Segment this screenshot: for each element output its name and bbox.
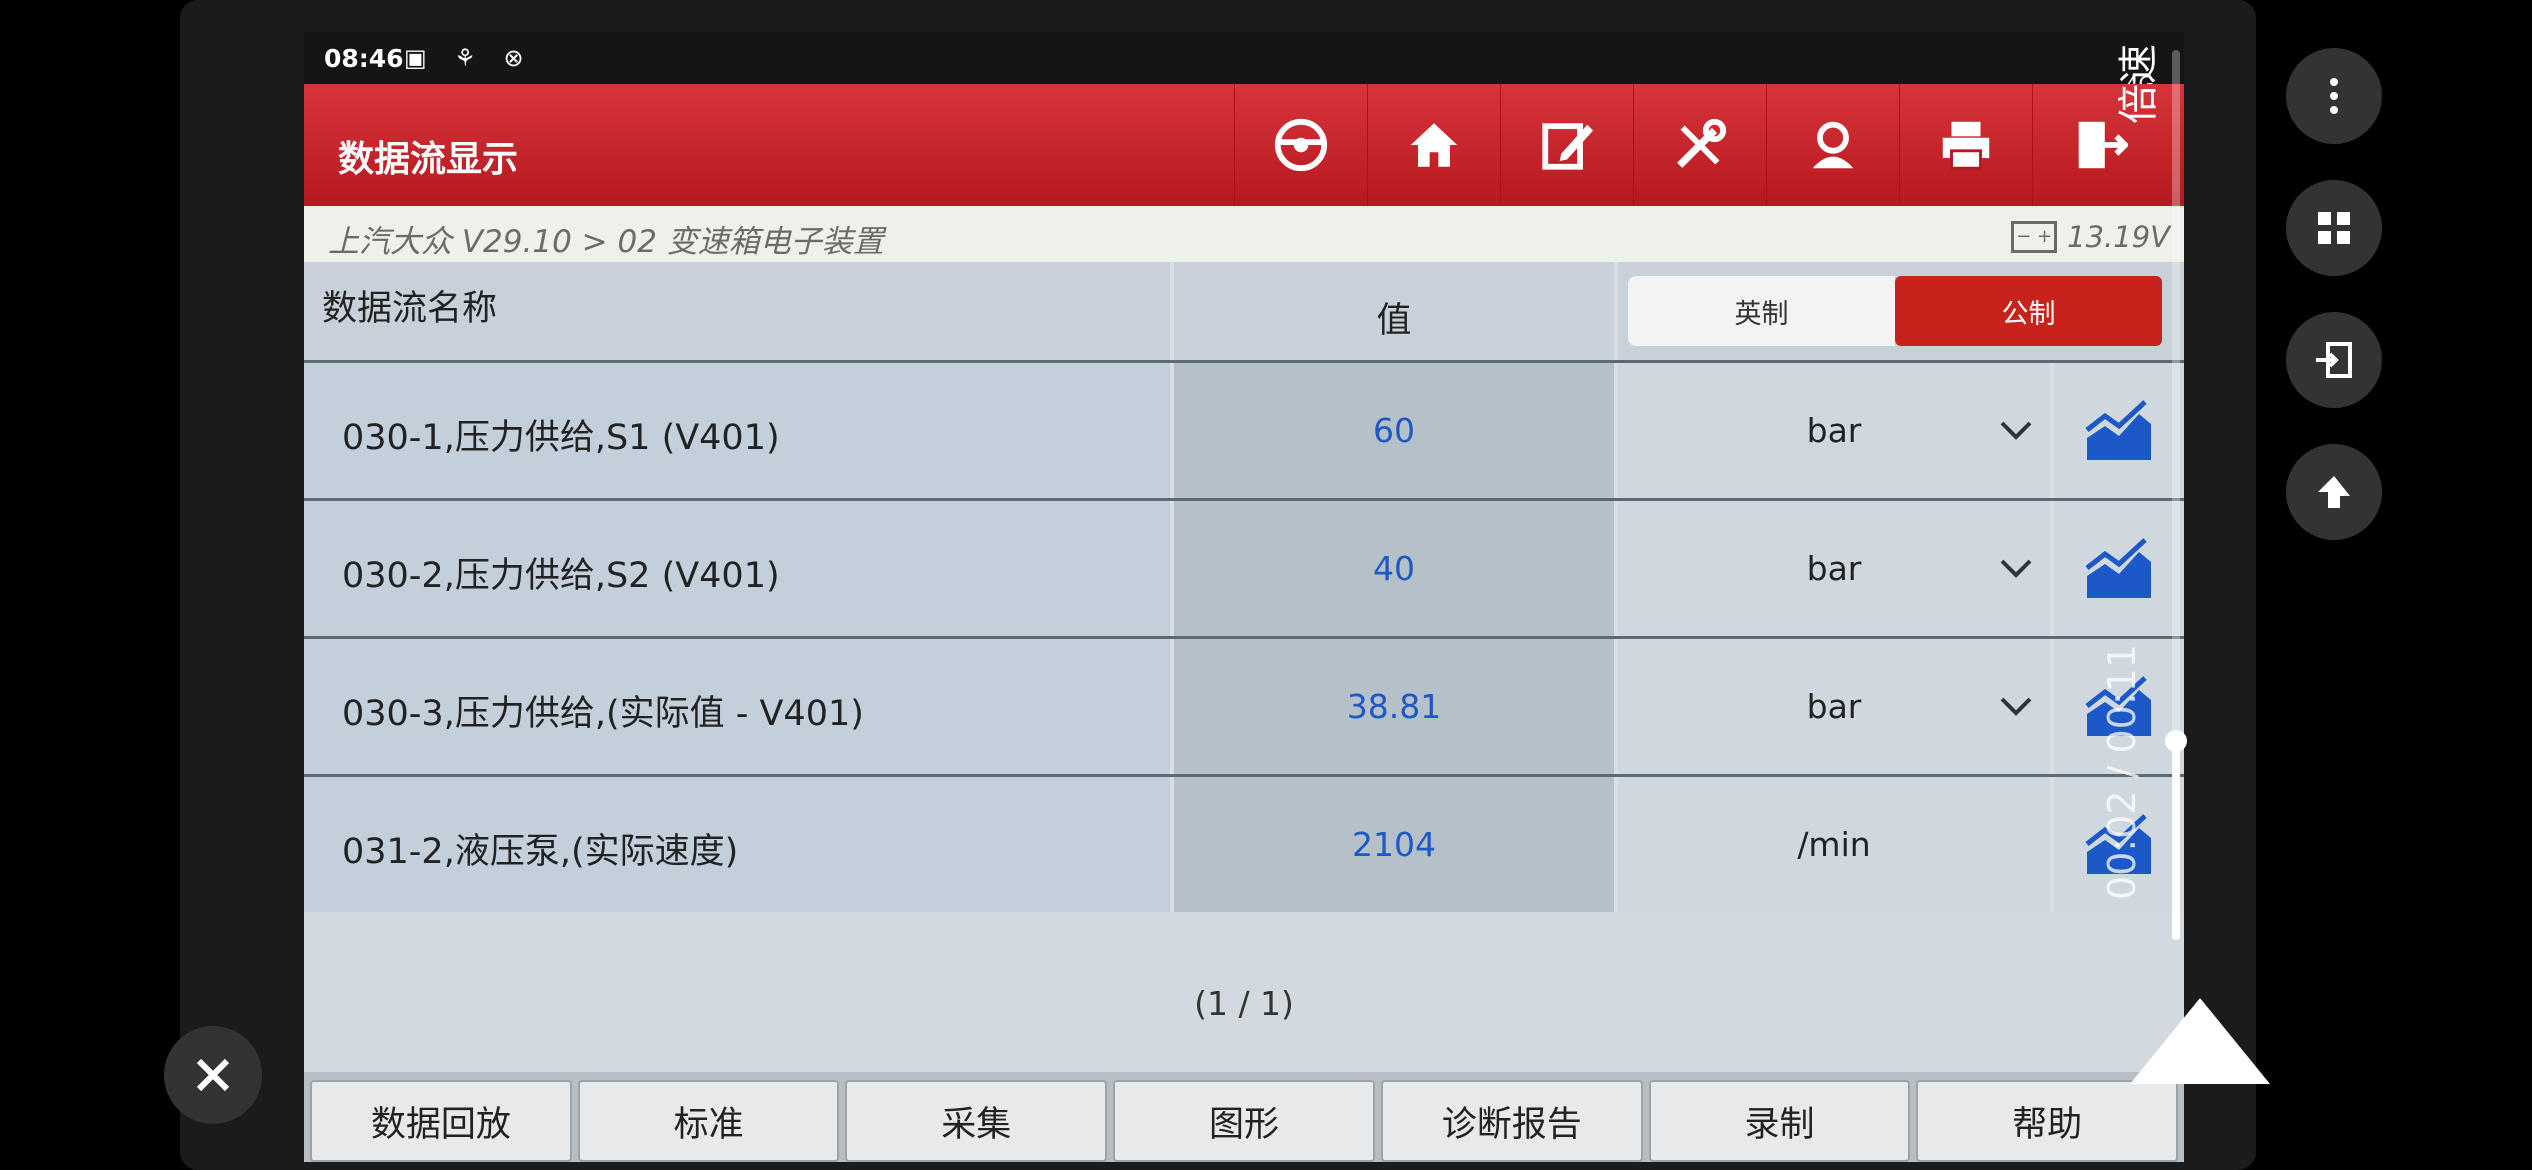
close-button[interactable] (164, 1026, 262, 1124)
row-unit: bar (1806, 549, 1862, 588)
unit-dropdown[interactable]: bar (1618, 363, 2050, 499)
scrubber-progress (2172, 740, 2180, 940)
chevron-down-icon (2000, 559, 2032, 578)
row-value: 38.81 (1346, 687, 1442, 726)
column-header-unit: 英制 公制 (1618, 262, 2184, 360)
page-indicator: (1 / 1) (1194, 984, 1294, 1023)
column-header-value: 值 (1174, 262, 1614, 360)
column-header-name-label: 数据流名称 (322, 289, 498, 329)
table-row[interactable]: 030-1,压力供给,S1 (V401) 60 bar (304, 360, 2184, 499)
graph-icon[interactable] (2054, 501, 2184, 637)
unit-cell: /min (1618, 777, 2050, 913)
breadcrumb: 上汽大众 V29.10 > 02 变速箱电子装置 − + 13.19V (304, 206, 2184, 262)
data-playback-button[interactable]: 数据回放 (310, 1080, 572, 1162)
table-row[interactable]: 031-2,液压泵,(实际速度) 2104 /min (304, 774, 2184, 916)
row-name: 031-2,液压泵,(实际速度) (342, 832, 739, 872)
column-header-name: 数据流名称 (304, 262, 1170, 360)
import-button[interactable] (2286, 312, 2382, 408)
unit-dropdown[interactable]: bar (1618, 639, 2050, 775)
top-toolbar (1234, 84, 2165, 206)
battery-voltage: − + 13.19V (2011, 220, 2170, 254)
steering-wheel-icon[interactable] (1234, 84, 1367, 206)
unit-option-metric[interactable]: 公制 (1895, 276, 2162, 346)
battery-icon: − + (2011, 221, 2058, 253)
unit-option-imperial[interactable]: 英制 (1628, 276, 1895, 346)
row-unit: bar (1806, 411, 1862, 450)
tools-icon[interactable] (1633, 84, 1766, 206)
row-value: 2104 (1352, 825, 1436, 864)
graph-icon[interactable] (2054, 363, 2184, 499)
scrubber-handle[interactable] (2165, 730, 2187, 752)
back-arrow-icon (2318, 476, 2350, 508)
back-button[interactable] (2286, 444, 2382, 540)
bottom-action-bar: 数据回放 标准 采集 图形 诊断报告 录制 帮助 (304, 1072, 2184, 1162)
record-button[interactable]: 录制 (1648, 1080, 1911, 1162)
row-unit: /min (1797, 825, 1871, 864)
notification-icons: ▣ ⚘ ⊗ (404, 44, 534, 72)
breadcrumb-path: 上汽大众 V29.10 > 02 变速箱电子装置 (328, 224, 884, 260)
collect-button[interactable]: 采集 (845, 1080, 1108, 1162)
graph-button[interactable]: 图形 (1113, 1080, 1375, 1162)
more-options-button[interactable] (2286, 48, 2382, 144)
row-name: 030-1,压力供给,S1 (V401) (342, 418, 780, 458)
standard-button[interactable]: 标准 (577, 1080, 840, 1162)
grid-button[interactable] (2286, 180, 2382, 276)
table-row[interactable]: 030-2,压力供给,S2 (V401) 40 bar (304, 498, 2184, 637)
chevron-down-icon (2000, 421, 2032, 440)
collapse-triangle-button[interactable] (2130, 998, 2270, 1084)
user-support-icon[interactable] (1766, 84, 1899, 206)
help-button[interactable]: 帮助 (1916, 1080, 2179, 1162)
import-icon (2316, 342, 2352, 378)
print-icon[interactable] (1899, 84, 2032, 206)
row-name: 030-2,压力供给,S2 (V401) (342, 556, 780, 596)
row-value: 60 (1373, 411, 1415, 450)
grid-icon (2318, 212, 2350, 244)
tablet-screen: 08:46 ▣ ⚘ ⊗ 4G 数据流显示 上汽大众 V29.10 > 02 变速… (304, 32, 2184, 1162)
chevron-down-icon (2000, 697, 2032, 716)
diagnostic-report-button[interactable]: 诊断报告 (1380, 1080, 1643, 1162)
status-bar: 08:46 ▣ ⚘ ⊗ 4G (304, 32, 2184, 96)
close-icon (196, 1058, 230, 1092)
page-title: 数据流显示 (338, 139, 519, 180)
column-header-value-label: 值 (1376, 301, 1412, 341)
voltage-value: 13.19V (2067, 220, 2170, 254)
status-time: 08:46 (324, 44, 404, 73)
unit-dropdown[interactable]: bar (1618, 501, 2050, 637)
row-name: 030-3,压力供给,(实际值 - V401) (342, 694, 864, 734)
row-unit: bar (1806, 687, 1862, 726)
home-icon[interactable] (1367, 84, 1500, 206)
row-value: 40 (1373, 549, 1415, 588)
edit-icon[interactable] (1500, 84, 1633, 206)
playback-speed-button[interactable]: 倍速 (2106, 44, 2164, 124)
unit-toggle: 英制 公制 (1628, 276, 2162, 346)
video-timecode: 00:02 / 00:11 (2100, 644, 2144, 900)
table-row[interactable]: 030-3,压力供给,(实际值 - V401) 38.81 bar (304, 636, 2184, 775)
video-scrubber[interactable] (2165, 50, 2187, 940)
more-vertical-icon (2330, 78, 2338, 114)
